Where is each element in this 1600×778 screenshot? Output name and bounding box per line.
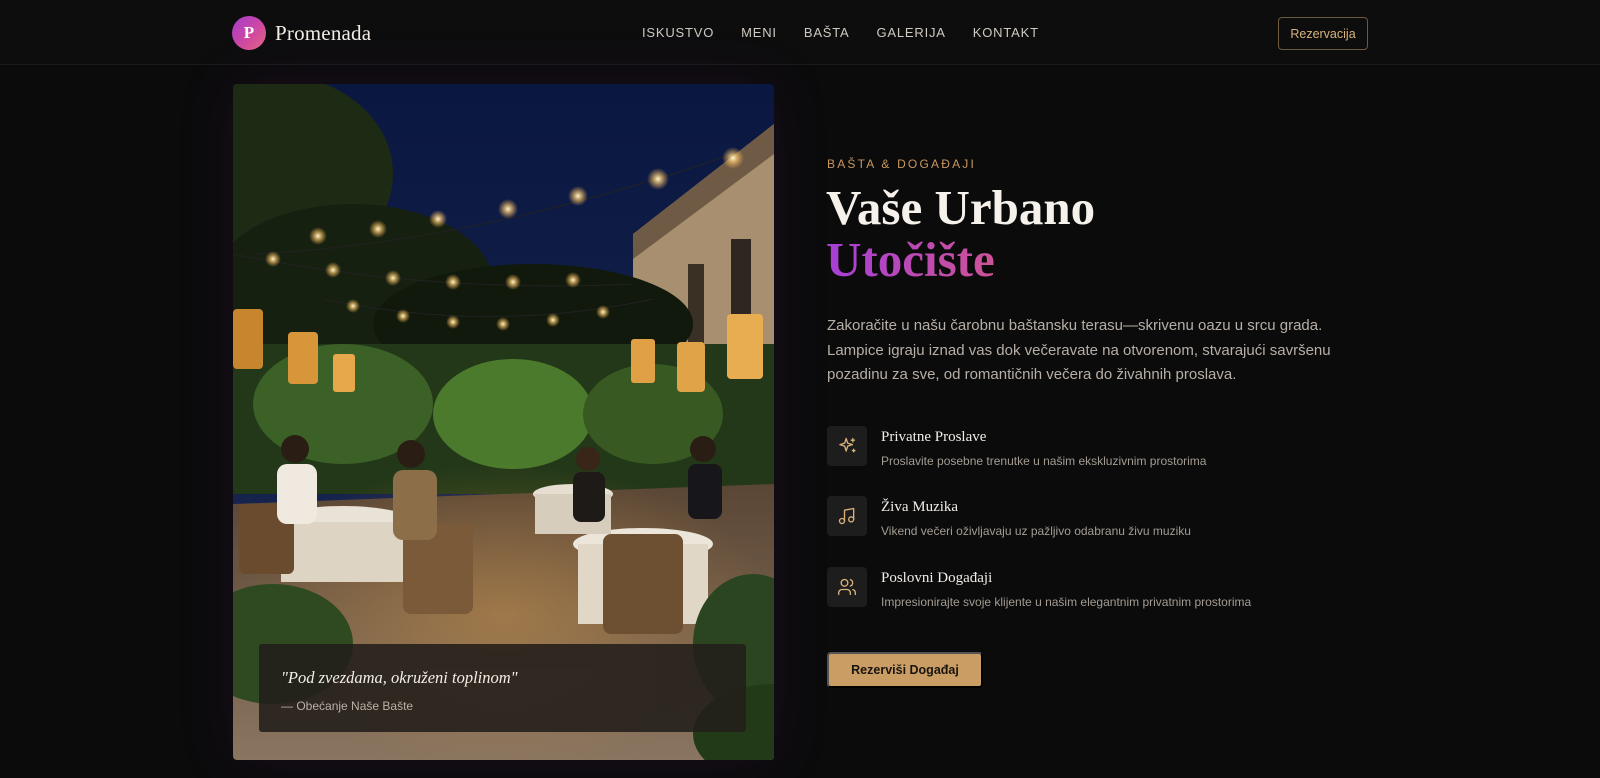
section-title: Vaše Urbano Utočište (826, 182, 1095, 286)
nav-link-kontakt[interactable]: KONTAKT (973, 25, 1039, 41)
nav-link-galerija[interactable]: GALERIJA (877, 25, 946, 41)
feature-business-events: Poslovni Događaji Impresionirajte svoje … (827, 567, 1367, 611)
quote-card: "Pod zvezdama, okruženi toplinom" — Obeć… (259, 644, 746, 732)
feature-description: Proslavite posebne trenutke u našim eksk… (881, 454, 1207, 468)
nav-link-meni[interactable]: MENI (741, 25, 777, 41)
feature-title: Živa Muzika (881, 499, 959, 515)
section-eyebrow: BAŠTA & DOGAĐAJI (827, 157, 977, 171)
feature-live-music: Živa Muzika Vikend večeri oživljavaju uz… (827, 496, 1367, 540)
feature-description: Impresionirajte svoje klijente u našim e… (881, 595, 1252, 609)
brand-logo[interactable]: P Promenada (232, 16, 371, 50)
feature-private-celebrations: Privatne Proslave Proslavite posebne tre… (827, 426, 1367, 470)
quote-caption: — Obećanje Naše Bašte (281, 699, 414, 713)
nav-link-iskustvo[interactable]: ISKUSTVO (642, 25, 714, 41)
logo-badge: P (232, 16, 266, 50)
feature-title: Privatne Proslave (881, 429, 987, 445)
top-navigation: P Promenada ISKUSTVO MENI BAŠTA GALERIJA… (0, 0, 1600, 65)
title-line-1: Vaše Urbano (826, 180, 1096, 235)
quote-text: "Pod zvezdama, okruženi toplinom" (281, 668, 518, 687)
sparkles-icon (827, 426, 867, 466)
title-line-2: Utočište (826, 234, 1095, 286)
users-icon (827, 567, 867, 607)
garden-photo: "Pod zvezdama, okruženi toplinom" — Obeć… (233, 84, 774, 760)
feature-description: Vikend večeri oživljavaju uz pažljivo od… (881, 524, 1191, 538)
brand-name: Promenada (275, 20, 372, 45)
nav-link-basta[interactable]: BAŠTA (804, 25, 850, 41)
feature-title: Poslovni Događaji (881, 570, 993, 586)
section-description: Zakoračite u našu čarobnu baštansku tera… (827, 317, 1331, 383)
main-menu: ISKUSTVO MENI BAŠTA GALERIJA KONTAKT (642, 25, 1066, 41)
reservation-button[interactable]: Rezervacija (1278, 17, 1368, 50)
book-event-button[interactable]: Rezerviši Događaj (827, 652, 983, 688)
music-note-icon (827, 496, 867, 536)
